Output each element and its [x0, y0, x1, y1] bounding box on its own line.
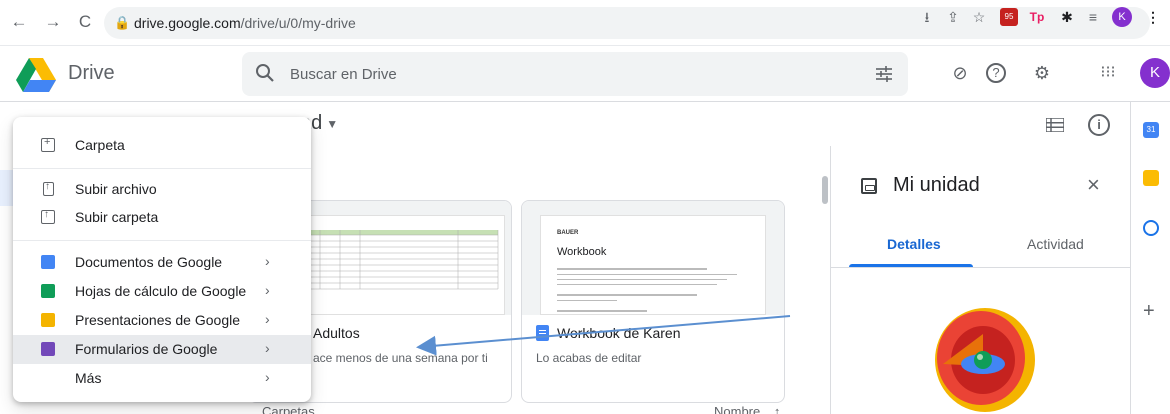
extension-tp-icon[interactable]: Tp — [1028, 8, 1046, 26]
menu-divider — [13, 168, 311, 169]
google-slides-icon — [41, 313, 55, 327]
file-thumbnail: BAUER Workbook — [522, 201, 784, 315]
google-docs-icon — [536, 325, 549, 341]
list-view-icon[interactable] — [1046, 118, 1064, 132]
reading-list-icon[interactable]: ≡ — [1084, 8, 1102, 26]
google-docs-icon — [41, 255, 55, 269]
upload-folder-icon — [41, 209, 55, 224]
menu-divider — [13, 240, 311, 241]
tab-detalles[interactable]: Detalles — [887, 236, 941, 252]
scrollbar[interactable] — [822, 176, 828, 204]
file-card-workbook[interactable]: BAUER Workbook Workbook de Karen Lo acab… — [521, 200, 785, 403]
sidebar-selected-item[interactable] — [0, 170, 14, 206]
profile-avatar[interactable]: K — [1112, 7, 1132, 27]
chevron-down-icon: ▼ — [326, 116, 339, 131]
sort-arrow-icon[interactable]: ↑ — [774, 404, 781, 414]
browser-toolbar: ← → C 🔒 drive.google.com/drive/u/0/my-dr… — [0, 0, 1170, 46]
share-icon[interactable]: ⇪ — [944, 8, 962, 26]
account-avatar[interactable]: K — [1140, 58, 1170, 88]
search-box[interactable] — [242, 52, 908, 96]
menu-item-slides[interactable]: Presentaciones de Google › — [13, 306, 311, 335]
lock-icon: 🔒 — [114, 15, 131, 30]
menu-item-mas[interactable]: Más › — [13, 364, 311, 393]
details-panel: Mi unidad × Detalles Actividad — [830, 146, 1131, 414]
reload-icon[interactable]: C — [74, 11, 96, 33]
menu-item-forms[interactable]: Formularios de Google › — [13, 335, 311, 364]
browser-menu-icon[interactable]: ⋮ — [1144, 8, 1162, 26]
close-icon[interactable]: × — [1087, 172, 1100, 198]
chevron-right-icon: › — [265, 311, 270, 327]
apps-grid-icon[interactable]: ⁝⁝⁝ — [1096, 61, 1120, 85]
menu-item-subir-archivo[interactable]: Subir archivo — [13, 175, 311, 204]
tab-actividad[interactable]: Actividad — [1027, 236, 1084, 252]
new-item-menu: Carpeta Subir archivo Subir carpeta Docu… — [13, 117, 311, 402]
search-icon[interactable] — [254, 62, 276, 84]
drive-logo-icon[interactable] — [16, 58, 56, 92]
keep-icon[interactable] — [1143, 170, 1159, 186]
offline-check-icon[interactable]: ⊘ — [948, 61, 972, 85]
side-panel-rail: 31 + — [1130, 102, 1170, 414]
chevron-right-icon: › — [265, 369, 270, 385]
menu-item-subir-carpeta[interactable]: Subir carpeta — [13, 203, 311, 232]
file-subtitle: ace menos de una semana por ti — [313, 351, 488, 365]
drive-folder-icon — [861, 178, 877, 194]
url-text[interactable]: drive.google.com/drive/u/0/my-drive — [134, 15, 356, 31]
menu-item-carpeta[interactable]: Carpeta — [13, 131, 311, 160]
file-title[interactable]: Workbook de Karen — [536, 325, 680, 341]
new-folder-icon — [41, 136, 55, 152]
google-sheets-icon — [41, 284, 55, 298]
brand-name: Drive — [68, 62, 115, 84]
menu-item-sheets[interactable]: Hojas de cálculo de Google › — [13, 277, 311, 306]
google-forms-icon — [41, 342, 55, 356]
back-arrow-icon[interactable]: ← — [8, 11, 30, 33]
drive-header: Drive ⊘ ? ⚙ ⁝⁝⁝ K — [0, 46, 1170, 102]
search-options-icon[interactable] — [874, 64, 894, 84]
chevron-right-icon: › — [265, 282, 270, 298]
bookmark-star-icon[interactable]: ☆ — [970, 8, 988, 26]
install-app-icon[interactable]: ⭳ — [918, 8, 936, 26]
add-addon-icon[interactable]: + — [1143, 300, 1155, 323]
panel-title: Mi unidad — [893, 174, 980, 196]
search-input[interactable] — [290, 62, 850, 86]
menu-item-docs[interactable]: Documentos de Google › — [13, 248, 311, 277]
settings-gear-icon[interactable]: ⚙ — [1030, 61, 1054, 85]
extension-badge-icon[interactable]: 95 — [1000, 8, 1018, 26]
chevron-right-icon: › — [265, 340, 270, 356]
divider — [831, 267, 1131, 268]
forward-arrow-icon[interactable]: → — [42, 11, 64, 33]
tasks-icon[interactable] — [1143, 220, 1159, 236]
sort-by-name[interactable]: Nombre ↑ — [714, 404, 780, 414]
upload-file-icon — [43, 181, 54, 196]
folders-heading: Carpetas — [262, 404, 315, 414]
drive-illustration — [935, 308, 1035, 412]
file-subtitle: Lo acabas de editar — [536, 351, 642, 365]
calendar-icon[interactable]: 31 — [1143, 122, 1159, 138]
info-icon[interactable]: i — [1088, 114, 1110, 136]
extensions-puzzle-icon[interactable]: ✱ — [1058, 8, 1076, 26]
chevron-right-icon: › — [265, 253, 270, 269]
file-title[interactable]: Adultos — [313, 325, 360, 341]
address-bar[interactable]: 🔒 drive.google.com/drive/u/0/my-drive — [104, 7, 1150, 39]
help-icon[interactable]: ? — [986, 63, 1006, 83]
